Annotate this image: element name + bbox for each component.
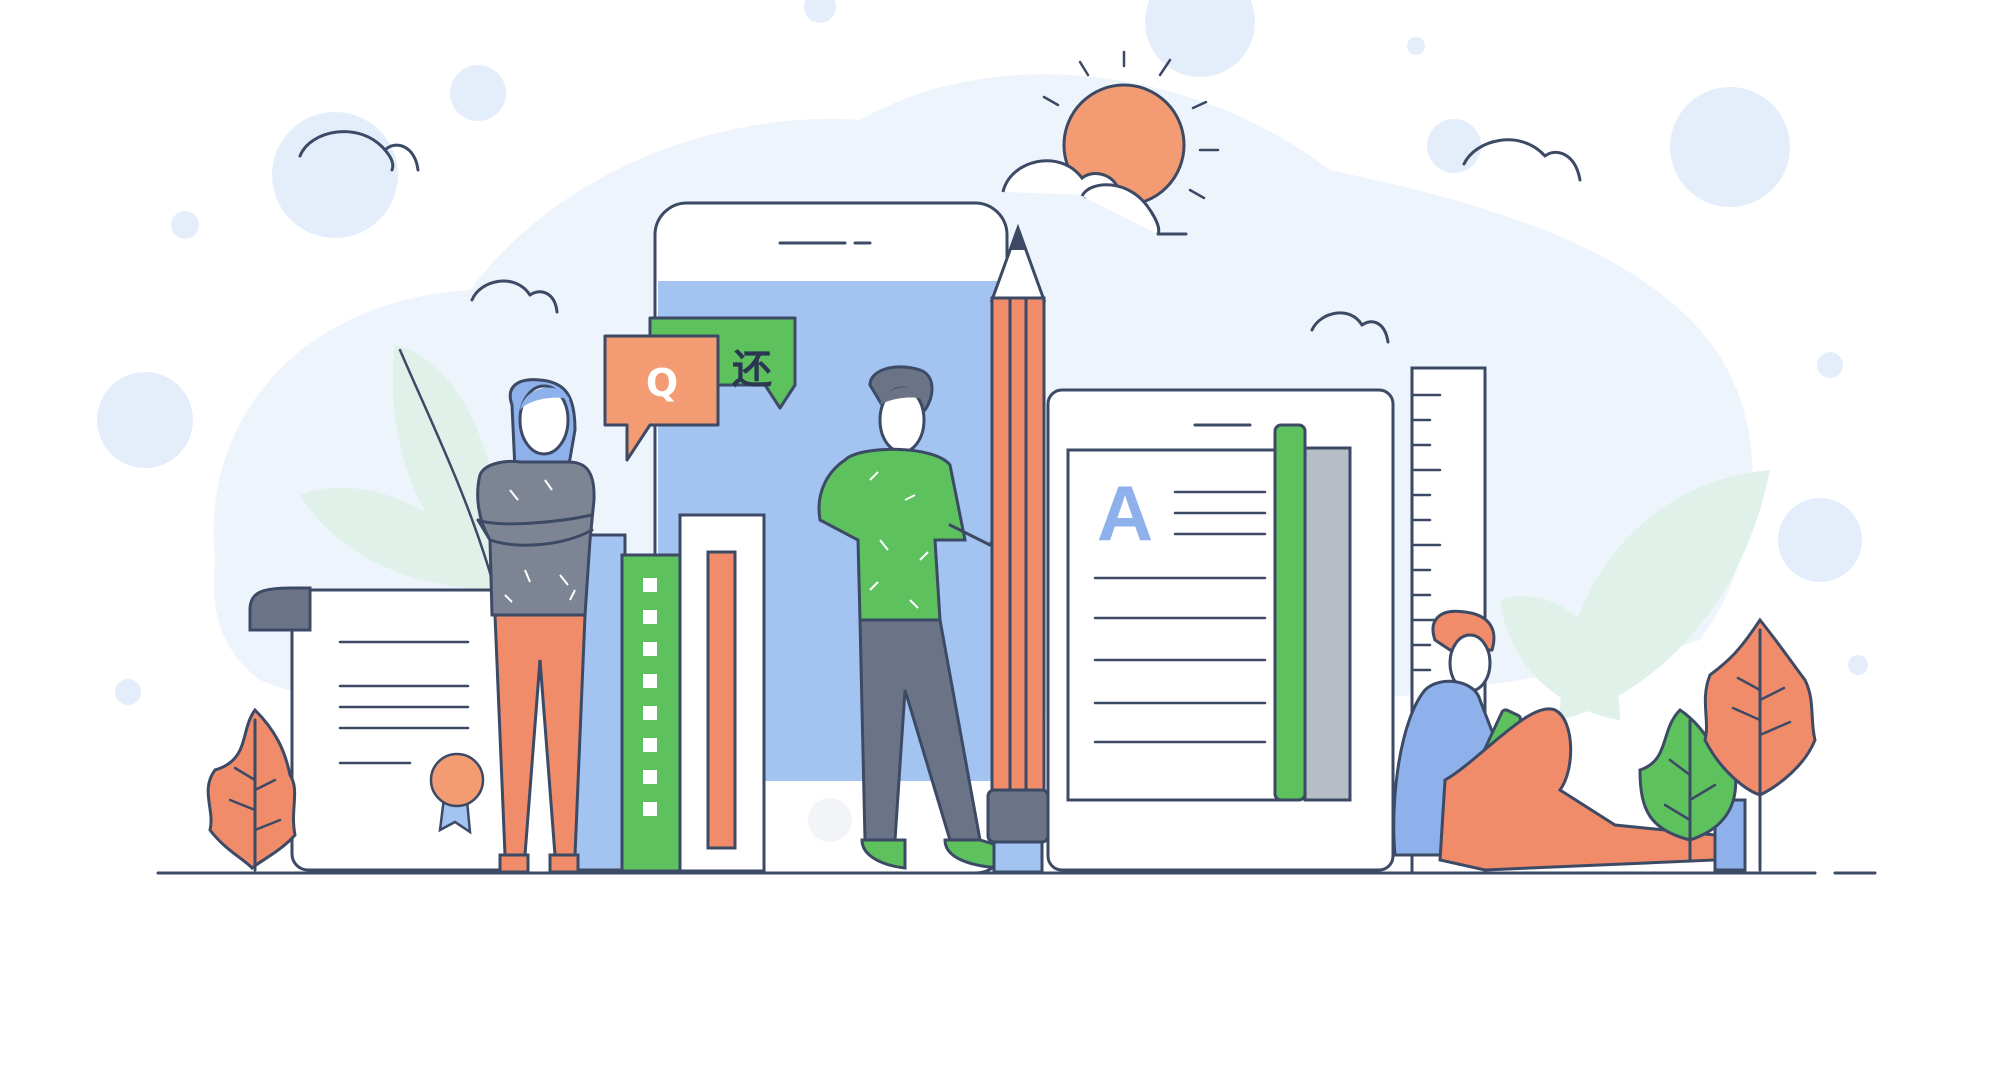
bubble-answer-text: 还	[732, 347, 773, 393]
cloud-icon	[1462, 138, 1582, 182]
pencil-icon	[986, 223, 1050, 874]
education-illustration: 还 Q A	[97, 0, 1877, 875]
leaf-icon	[206, 707, 297, 872]
bubble-question-text: Q	[646, 361, 678, 405]
book-letter-text: A	[1097, 469, 1153, 557]
open-book: A	[1046, 388, 1395, 872]
book-stack	[563, 513, 766, 873]
